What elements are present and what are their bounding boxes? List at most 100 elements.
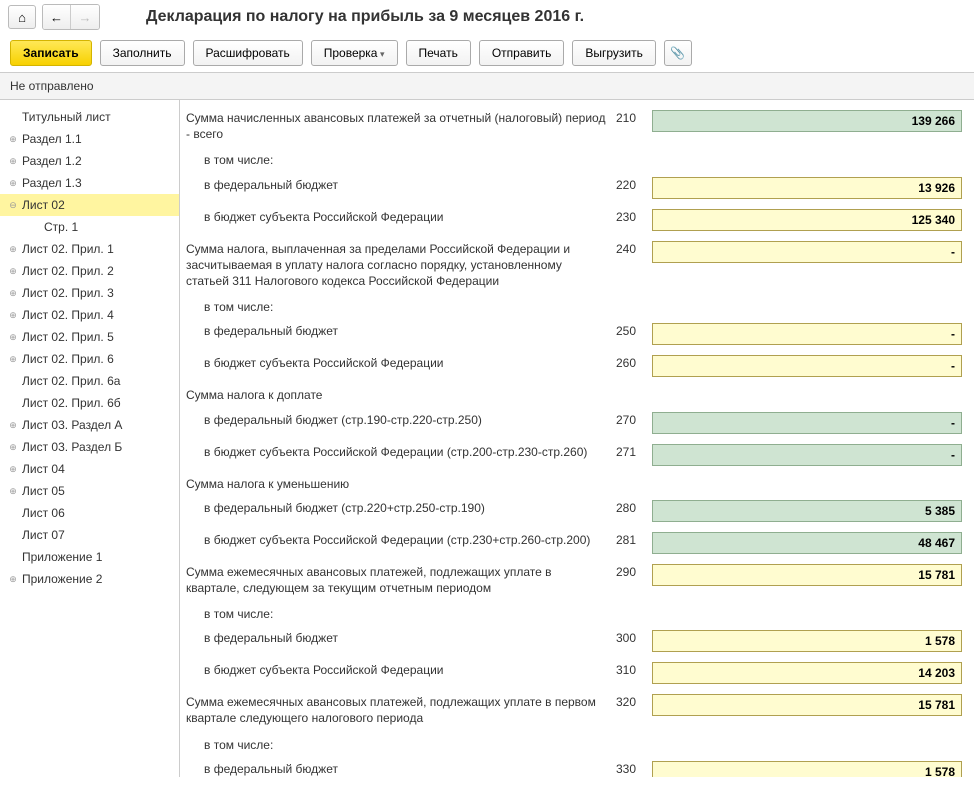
field-310[interactable] bbox=[652, 662, 962, 684]
tree-item-5[interactable]: Стр. 1 bbox=[0, 216, 179, 238]
tree-item-17[interactable]: ⊕Лист 05 bbox=[0, 480, 179, 502]
field-281[interactable] bbox=[652, 532, 962, 554]
decode-button[interactable]: Расшифровать bbox=[193, 40, 303, 66]
form-row-330: в федеральный бюджет330 bbox=[186, 761, 962, 777]
form-row-320: Сумма ежемесячных авансовых платежей, по… bbox=[186, 694, 962, 726]
field-220[interactable] bbox=[652, 177, 962, 199]
tree-label: Лист 07 bbox=[22, 528, 65, 542]
row-label: в том числе: bbox=[186, 737, 616, 753]
row-code: 210 bbox=[616, 110, 652, 125]
tree-label: Лист 03. Раздел А bbox=[22, 418, 122, 432]
plus-icon[interactable]: ⊕ bbox=[6, 286, 20, 300]
plus-icon[interactable]: ⊕ bbox=[6, 418, 20, 432]
tree-item-18[interactable]: Лист 06 bbox=[0, 502, 179, 524]
field-280[interactable] bbox=[652, 500, 962, 522]
tree-item-15[interactable]: ⊕Лист 03. Раздел Б bbox=[0, 436, 179, 458]
back-button[interactable]: ← bbox=[43, 5, 71, 29]
plus-icon[interactable]: ⊕ bbox=[6, 176, 20, 190]
tree-item-9[interactable]: ⊕Лист 02. Прил. 4 bbox=[0, 304, 179, 326]
field-320[interactable] bbox=[652, 694, 962, 716]
field-260[interactable] bbox=[652, 355, 962, 377]
tree-item-12[interactable]: Лист 02. Прил. 6а bbox=[0, 370, 179, 392]
plus-icon[interactable]: ⊕ bbox=[6, 264, 20, 278]
check-button[interactable]: Проверка bbox=[311, 40, 398, 66]
tree-label: Лист 02. Прил. 6б bbox=[22, 396, 121, 410]
tree-label: Приложение 1 bbox=[22, 550, 102, 564]
tree-item-0[interactable]: Титульный лист bbox=[0, 106, 179, 128]
row-label: в федеральный бюджет bbox=[186, 761, 616, 777]
tree-item-4[interactable]: ⊖Лист 02 bbox=[0, 194, 179, 216]
minus-icon[interactable]: ⊖ bbox=[6, 198, 20, 212]
row-label: в федеральный бюджет (стр.190-стр.220-ст… bbox=[186, 412, 616, 428]
tree-item-13[interactable]: Лист 02. Прил. 6б bbox=[0, 392, 179, 414]
field-210[interactable] bbox=[652, 110, 962, 132]
form-row-1: в том числе: bbox=[186, 152, 962, 168]
plus-icon[interactable]: ⊕ bbox=[6, 132, 20, 146]
row-label: Сумма налога, выплаченная за пределами Р… bbox=[186, 241, 616, 290]
row-label: Сумма начисленных авансовых платежей за … bbox=[186, 110, 616, 142]
form-row-240: Сумма налога, выплаченная за пределами Р… bbox=[186, 241, 962, 290]
row-code: 281 bbox=[616, 532, 652, 547]
tree-label: Стр. 1 bbox=[44, 220, 78, 234]
tree-item-20[interactable]: Приложение 1 bbox=[0, 546, 179, 568]
tree-item-6[interactable]: ⊕Лист 02. Прил. 1 bbox=[0, 238, 179, 260]
field-230[interactable] bbox=[652, 209, 962, 231]
form-row-260: в бюджет субъекта Российской Федерации26… bbox=[186, 355, 962, 377]
plus-icon[interactable]: ⊕ bbox=[6, 572, 20, 586]
row-label: в федеральный бюджет bbox=[186, 630, 616, 646]
export-button[interactable]: Выгрузить bbox=[572, 40, 656, 66]
field-270[interactable] bbox=[652, 412, 962, 434]
write-button[interactable]: Записать bbox=[10, 40, 92, 66]
home-button[interactable]: ⌂ bbox=[8, 5, 36, 29]
tree-item-2[interactable]: ⊕Раздел 1.2 bbox=[0, 150, 179, 172]
tree-label: Раздел 1.2 bbox=[22, 154, 82, 168]
field-330[interactable] bbox=[652, 761, 962, 777]
tree-label: Лист 02. Прил. 5 bbox=[22, 330, 114, 344]
form-row-290: Сумма ежемесячных авансовых платежей, по… bbox=[186, 564, 962, 596]
tree-item-1[interactable]: ⊕Раздел 1.1 bbox=[0, 128, 179, 150]
form-row-210: Сумма начисленных авансовых платежей за … bbox=[186, 110, 962, 142]
attach-button[interactable]: 📎 bbox=[664, 40, 692, 66]
plus-icon[interactable]: ⊕ bbox=[6, 352, 20, 366]
tree-item-16[interactable]: ⊕Лист 04 bbox=[0, 458, 179, 480]
plus-icon[interactable]: ⊕ bbox=[6, 308, 20, 322]
row-code: 250 bbox=[616, 323, 652, 338]
row-code: 240 bbox=[616, 241, 652, 256]
form-row-8: Сумма налога к доплате bbox=[186, 387, 962, 403]
plus-icon[interactable]: ⊕ bbox=[6, 462, 20, 476]
tree-item-14[interactable]: ⊕Лист 03. Раздел А bbox=[0, 414, 179, 436]
field-240[interactable] bbox=[652, 241, 962, 263]
row-label: в том числе: bbox=[186, 299, 616, 315]
tree-item-21[interactable]: ⊕Приложение 2 bbox=[0, 568, 179, 590]
plus-icon[interactable]: ⊕ bbox=[6, 242, 20, 256]
field-300[interactable] bbox=[652, 630, 962, 652]
tree-label: Лист 06 bbox=[22, 506, 65, 520]
status-bar: Не отправлено bbox=[0, 73, 974, 100]
plus-icon[interactable]: ⊕ bbox=[6, 154, 20, 168]
plus-icon[interactable]: ⊕ bbox=[6, 484, 20, 498]
send-button[interactable]: Отправить bbox=[479, 40, 565, 66]
form-row-220: в федеральный бюджет220 bbox=[186, 177, 962, 199]
row-label: в бюджет субъекта Российской Федерации bbox=[186, 209, 616, 225]
field-271[interactable] bbox=[652, 444, 962, 466]
row-label: Сумма налога к уменьшению bbox=[186, 476, 616, 492]
row-code: 320 bbox=[616, 694, 652, 709]
tree-item-10[interactable]: ⊕Лист 02. Прил. 5 bbox=[0, 326, 179, 348]
tree-item-19[interactable]: Лист 07 bbox=[0, 524, 179, 546]
tree-item-8[interactable]: ⊕Лист 02. Прил. 3 bbox=[0, 282, 179, 304]
plus-icon[interactable]: ⊕ bbox=[6, 440, 20, 454]
print-button[interactable]: Печать bbox=[406, 40, 471, 66]
row-code: 271 bbox=[616, 444, 652, 459]
field-290[interactable] bbox=[652, 564, 962, 586]
tree-item-11[interactable]: ⊕Лист 02. Прил. 6 bbox=[0, 348, 179, 370]
row-code: 260 bbox=[616, 355, 652, 370]
row-code: 310 bbox=[616, 662, 652, 677]
tree-item-7[interactable]: ⊕Лист 02. Прил. 2 bbox=[0, 260, 179, 282]
field-250[interactable] bbox=[652, 323, 962, 345]
tree-item-3[interactable]: ⊕Раздел 1.3 bbox=[0, 172, 179, 194]
plus-icon[interactable]: ⊕ bbox=[6, 330, 20, 344]
row-code: 270 bbox=[616, 412, 652, 427]
content: Сумма начисленных авансовых платежей за … bbox=[180, 100, 974, 777]
row-code: 300 bbox=[616, 630, 652, 645]
fill-button[interactable]: Заполнить bbox=[100, 40, 185, 66]
